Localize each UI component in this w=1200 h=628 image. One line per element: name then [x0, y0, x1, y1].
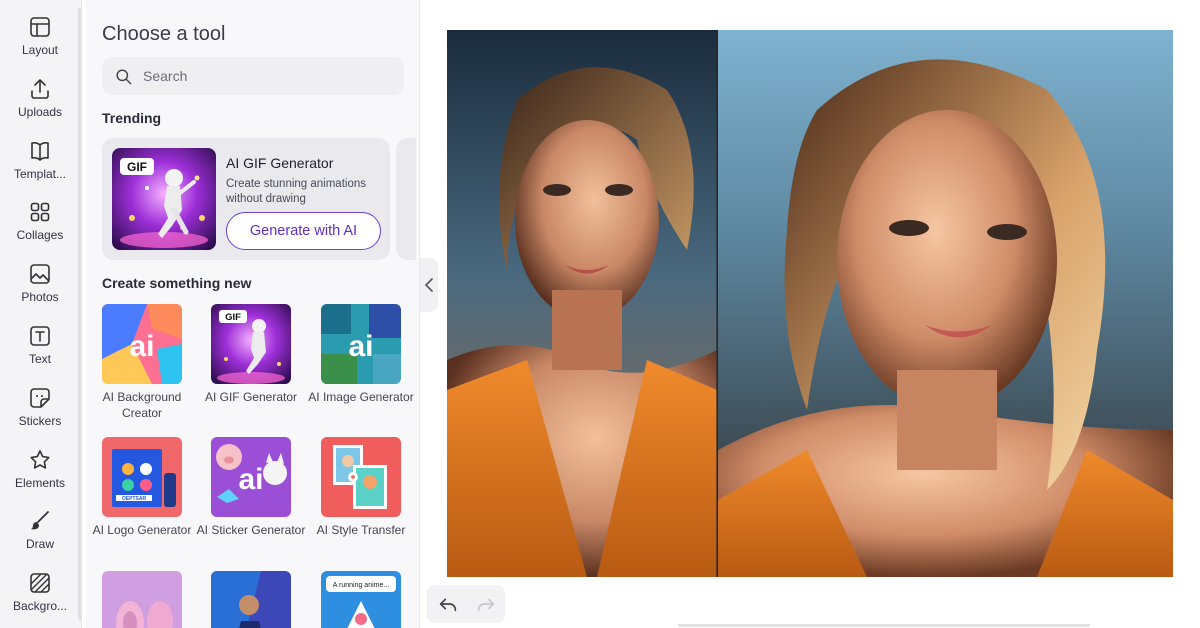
search-input[interactable]	[143, 68, 383, 84]
tile-art-text: A running anime...	[333, 582, 389, 589]
ai-background-thumbnail: ai	[102, 304, 182, 384]
tile-thumbnail	[211, 571, 291, 628]
sidebar-item-label: Uploads	[17, 105, 63, 119]
redo-icon[interactable]	[475, 593, 497, 615]
trending-card-title: AI GIF Generator	[226, 155, 334, 171]
collapse-panel-button[interactable]	[420, 258, 438, 312]
panel-title: Choose a tool	[102, 23, 226, 45]
tile-thumbnail: A running anime...	[321, 571, 401, 628]
tool-tile-ai-style-transfer[interactable]: AI Style Transfer	[317, 437, 405, 539]
sticker-icon	[30, 388, 50, 408]
tile-art-text: ai	[129, 330, 154, 363]
grid-icon	[30, 202, 50, 222]
tile-label: AI Sticker Generator	[196, 523, 306, 537]
sidebar-item-label: Text	[28, 352, 51, 366]
tile-label: AI Background Creator	[102, 390, 182, 420]
sidebar-item-label: Collages	[16, 228, 64, 242]
tool-tile-ai-logo-generator[interactable]: OEPTSAR AI Logo Generator	[93, 437, 191, 539]
sidebar-item-label: Backgro...	[12, 599, 68, 613]
star-icon	[30, 450, 50, 469]
tile-thumbnail	[102, 571, 182, 628]
ai-sticker-thumbnail: ai	[211, 437, 291, 517]
canvas-horizontal-scrollbar[interactable]	[678, 624, 1090, 627]
photo-icon	[30, 264, 50, 284]
tool-tile-row3-3[interactable]: A running anime...	[321, 571, 401, 628]
tool-tile-ai-image-generator[interactable]: ai AI Image Generator	[308, 304, 414, 406]
background-icon	[30, 573, 50, 593]
editor-app: Layout Uploads Templat... Collages Photo…	[0, 0, 1200, 628]
chevron-left-icon	[425, 278, 433, 292]
tool-tile-ai-sticker-generator[interactable]: ai AI Sticker Generator	[197, 437, 305, 539]
sidebar-item-label: Elements	[14, 476, 66, 490]
text-icon	[30, 326, 50, 346]
portrait-collage-image	[447, 30, 1173, 577]
history-controls	[427, 585, 505, 623]
tool-tile-row3-2[interactable]	[211, 571, 291, 628]
trending-card-ai-gif-generator[interactable]: GIF AI GIF Generator Create stunning ani…	[102, 138, 390, 260]
trending-heading: Trending	[102, 110, 162, 126]
create-new-heading: Create something new	[102, 275, 252, 291]
sidebar-item-elements[interactable]: Elements	[0, 441, 80, 497]
sidebar-item-label: Layout	[21, 43, 59, 57]
tile-art-text: ai	[238, 463, 263, 496]
sidebar-item-draw[interactable]: Draw	[0, 502, 80, 558]
tool-tile-ai-background-creator[interactable]: ai AI Background Creator	[102, 304, 182, 421]
sidebar-item-layout[interactable]: Layout	[0, 8, 80, 64]
tile-label: AI Logo Generator	[92, 523, 192, 537]
ai-gif-thumbnail: GIF	[112, 148, 216, 250]
tile-art-text: OEPTSAR	[122, 496, 147, 502]
gif-badge: GIF	[127, 160, 147, 174]
tool-tile-row3-1[interactable]	[102, 571, 182, 628]
tile-label: AI GIF Generator	[204, 390, 298, 404]
book-icon	[31, 142, 49, 161]
sidebar-item-templates[interactable]: Templat...	[0, 132, 80, 188]
sidebar-item-label: Draw	[25, 537, 54, 551]
sidebar-item-background[interactable]: Backgro...	[0, 564, 80, 620]
sidebar-item-uploads[interactable]: Uploads	[0, 70, 80, 126]
tile-art-text: GIF	[225, 312, 241, 323]
sidebar-item-stickers[interactable]: Stickers	[0, 379, 80, 435]
layout-icon	[30, 17, 50, 37]
sidebar-item-label: Photos	[21, 290, 59, 304]
ai-style-transfer-thumbnail	[321, 437, 401, 517]
ai-gif-thumbnail: GIF	[211, 304, 291, 384]
sidebar-item-text[interactable]: Text	[0, 317, 80, 373]
search-box[interactable]	[102, 57, 404, 95]
trending-card-description: Create stunning animations without drawi…	[226, 178, 366, 205]
sidebar-item-label: Templat...	[13, 167, 67, 181]
ai-logo-thumbnail: OEPTSAR	[102, 437, 182, 517]
sidebar-scrollbar[interactable]	[78, 8, 81, 620]
left-sidebar: Layout Uploads Templat... Collages Photo…	[0, 0, 82, 628]
tool-panel: Choose a tool Trending	[86, 0, 420, 628]
sidebar-item-photos[interactable]: Photos	[0, 255, 80, 311]
undo-icon[interactable]	[437, 593, 459, 615]
next-trending-card[interactable]	[396, 138, 416, 260]
generate-with-ai-button[interactable]: Generate with AI	[226, 212, 381, 250]
tile-label: AI Style Transfer	[316, 523, 406, 537]
tile-art-text: ai	[348, 330, 373, 363]
search-icon	[116, 68, 132, 84]
brush-icon	[31, 511, 49, 530]
tool-tile-ai-gif-generator[interactable]: GIF AI GIF Generator	[205, 304, 297, 406]
upload-icon	[31, 79, 49, 99]
sidebar-item-label: Stickers	[18, 414, 62, 428]
sidebar-item-collages[interactable]: Collages	[0, 193, 80, 249]
design-canvas[interactable]	[447, 30, 1173, 577]
tile-label: AI Image Generator	[308, 390, 414, 404]
ai-image-thumbnail: ai	[321, 304, 401, 384]
